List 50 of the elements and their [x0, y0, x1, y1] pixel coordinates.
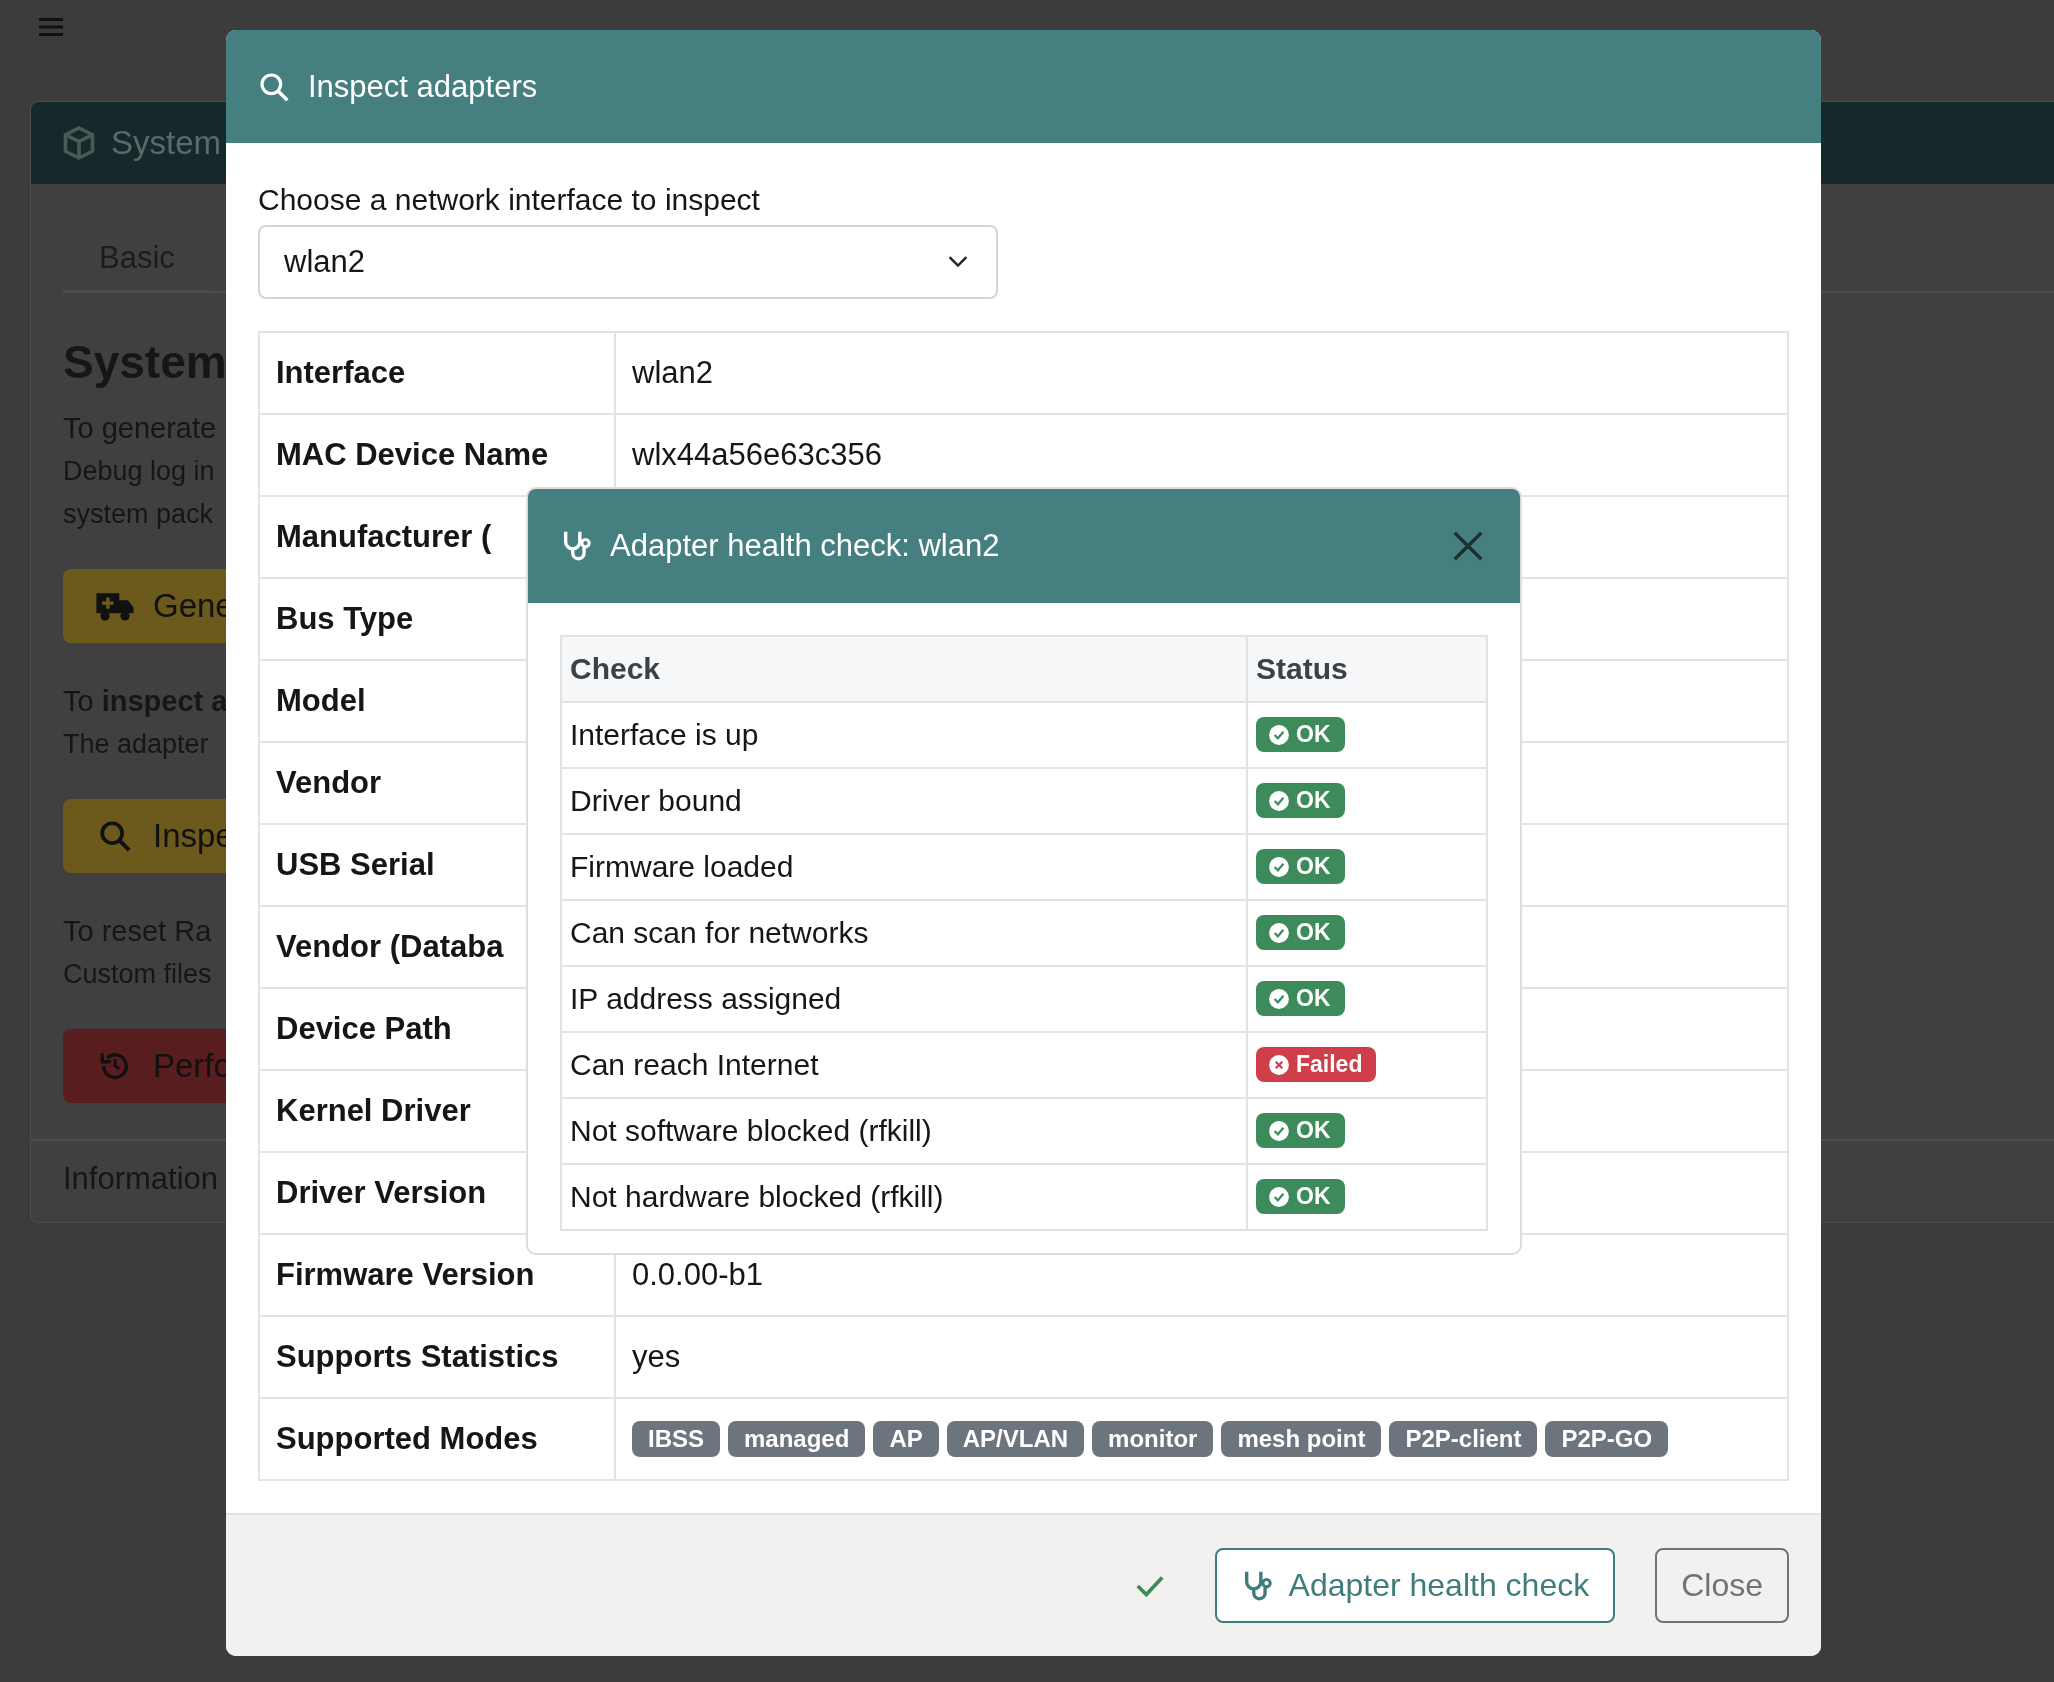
x-circle-icon [1268, 1053, 1290, 1076]
check-circle-icon [1268, 723, 1290, 746]
status-badge: Failed [1256, 1047, 1377, 1083]
property-label: Supports Statistics [259, 1316, 615, 1398]
check-name: Firmware loaded [561, 834, 1247, 900]
chevron-down-icon [948, 256, 968, 268]
check-name: Not hardware blocked (rfkill) [561, 1164, 1247, 1230]
status-badge: OK [1256, 849, 1345, 885]
check-name: Can scan for networks [561, 900, 1247, 966]
status-badge: OK [1256, 783, 1345, 819]
mode-tag: AP [873, 1421, 939, 1457]
check-circle-icon [1268, 789, 1290, 812]
status-badge: OK [1256, 981, 1345, 1017]
property-value: yes [615, 1316, 1788, 1398]
check-circle-icon [1268, 921, 1290, 944]
check-name: Interface is up [561, 702, 1247, 768]
column-header: Check [561, 636, 1247, 702]
menu-icon[interactable] [39, 17, 63, 37]
check-circle-icon [1268, 1119, 1290, 1142]
check-name: Driver bound [561, 768, 1247, 834]
search-icon [258, 70, 290, 103]
close-button[interactable]: Close [1655, 1548, 1789, 1623]
check-circle-icon [1268, 987, 1290, 1010]
check-name: Not software blocked (rfkill) [561, 1098, 1247, 1164]
property-label: Interface [259, 332, 615, 414]
mode-tag: P2P-client [1389, 1421, 1538, 1457]
status-badge: OK [1256, 717, 1345, 753]
close-icon[interactable] [1452, 530, 1484, 562]
status-badge: OK [1256, 1179, 1345, 1215]
check-circle-icon [1268, 855, 1290, 878]
check-name: Can reach Internet [561, 1032, 1247, 1098]
interface-select[interactable]: wlan2 [258, 225, 998, 299]
check-circle-icon [1268, 1185, 1290, 1208]
status-badge: OK [1256, 1113, 1345, 1149]
health-check-button[interactable]: Adapter health check [1214, 1548, 1616, 1623]
mode-tag: mesh point [1221, 1421, 1382, 1457]
mode-tag: monitor [1092, 1421, 1214, 1457]
mode-tag: IBSS [632, 1421, 720, 1457]
mode-tag: AP/VLAN [946, 1421, 1085, 1457]
cube-icon [61, 125, 97, 161]
mode-tag: managed [728, 1421, 866, 1457]
property-value: wlan2 [615, 332, 1788, 414]
property-label: Supported Modes [259, 1398, 615, 1480]
card-title: System [111, 124, 222, 162]
field-label: Choose a network interface to inspect [258, 183, 761, 217]
modal-title: Inspect adapters [308, 68, 538, 105]
check-name: IP address assigned [561, 966, 1247, 1032]
status-badge: OK [1256, 915, 1345, 951]
column-header: Status [1247, 636, 1487, 702]
mode-tag: P2P-GO [1545, 1421, 1669, 1457]
